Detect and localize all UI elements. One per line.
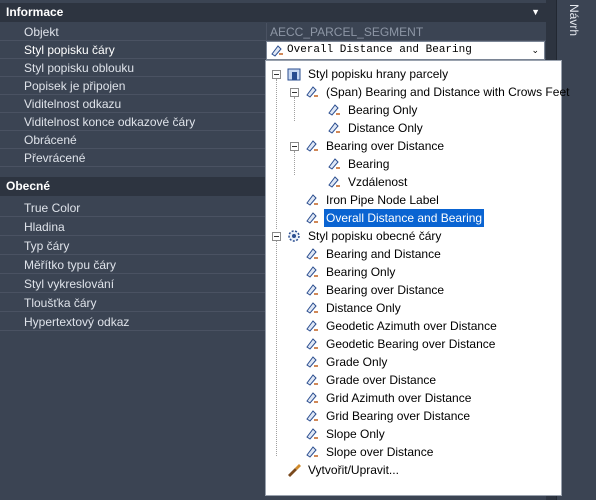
label-style-icon bbox=[306, 284, 318, 296]
tree-label: Distance Only bbox=[348, 121, 423, 135]
tree-label: Bearing and Distance bbox=[326, 247, 441, 261]
label-style-icon bbox=[306, 320, 318, 332]
tree-label: Grid Bearing over Distance bbox=[326, 409, 471, 423]
tree-label: Slope over Distance bbox=[326, 445, 434, 459]
tree-label: Grid Azimuth over Distance bbox=[326, 391, 472, 405]
tree-connector bbox=[294, 151, 295, 175]
column-divider bbox=[266, 23, 267, 40]
tree-label: Slope Only bbox=[326, 427, 385, 441]
property-label: Viditelnost odkazu bbox=[24, 97, 122, 111]
label-style-icon bbox=[306, 392, 318, 404]
collapse-toggle[interactable] bbox=[290, 142, 299, 151]
tree-label: Geodetic Bearing over Distance bbox=[326, 337, 496, 351]
tree-label: Vzdálenost bbox=[348, 175, 408, 189]
collapse-toggle[interactable] bbox=[290, 88, 299, 97]
tree-connector bbox=[276, 241, 277, 456]
label-style-icon bbox=[328, 122, 340, 134]
property-label: Viditelnost konce odkazové čáry bbox=[24, 115, 196, 129]
tree-label: Styl popisku obecné čáry bbox=[308, 229, 442, 243]
chevron-down-icon[interactable]: ⌄ bbox=[531, 43, 539, 58]
tree-label: Bearing bbox=[348, 157, 390, 171]
property-value: AECC_PARCEL_SEGMENT bbox=[270, 25, 424, 39]
property-label: Objekt bbox=[24, 25, 59, 39]
create-edit-icon bbox=[288, 464, 301, 477]
tree-label: Bearing Only bbox=[326, 265, 396, 279]
label-style-icon bbox=[306, 410, 318, 422]
label-style-icon bbox=[306, 338, 318, 350]
property-label: Styl vykreslování bbox=[24, 277, 115, 291]
tree-label: Vytvořit/Upravit... bbox=[308, 463, 399, 477]
label-style-icon bbox=[306, 356, 318, 368]
style-folder-icon bbox=[287, 68, 301, 81]
section-title: Informace bbox=[6, 5, 64, 19]
property-label: Převrácené bbox=[24, 151, 86, 165]
label-style-icon bbox=[328, 158, 340, 170]
label-style-icon bbox=[271, 45, 283, 57]
property-row[interactable]: Objekt AECC_PARCEL_SEGMENT bbox=[0, 23, 546, 41]
tree-label: Grade over Distance bbox=[326, 373, 437, 387]
label-style-icon bbox=[306, 374, 318, 386]
property-label: Styl popisku oblouku bbox=[24, 61, 135, 75]
tree-label: Iron Pipe Node Label bbox=[326, 193, 439, 207]
label-style-icon bbox=[306, 428, 318, 440]
tree-label: (Span) Bearing and Distance with Crows F… bbox=[326, 85, 570, 99]
property-label: True Color bbox=[24, 201, 81, 215]
tree-label: Geodetic Azimuth over Distance bbox=[326, 319, 497, 333]
property-label: Popisek je připojen bbox=[24, 79, 126, 93]
tree-label: Styl popisku hrany parcely bbox=[308, 67, 449, 81]
label-style-icon bbox=[306, 446, 318, 458]
label-style-icon bbox=[306, 194, 318, 206]
side-tab-navrh[interactable]: Návrh bbox=[556, 0, 596, 500]
property-label: Měřítko typu čáry bbox=[24, 258, 117, 272]
section-title: Obecné bbox=[6, 179, 51, 193]
label-style-icon bbox=[306, 86, 318, 98]
property-label: Styl popisku čáry bbox=[24, 43, 115, 57]
line-label-style-select[interactable]: Overall Distance and Bearing ⌄ bbox=[266, 41, 545, 60]
property-label: Hypertextový odkaz bbox=[24, 315, 130, 329]
tree-label: Bearing Only bbox=[348, 103, 418, 117]
property-label: Hladina bbox=[24, 220, 65, 234]
side-tab-label: Návrh bbox=[567, 4, 581, 37]
label-style-icon bbox=[306, 140, 318, 152]
tree-label: Grade Only bbox=[326, 355, 388, 369]
tree-label: Overall Distance and Bearing bbox=[324, 209, 485, 227]
tree-label: Distance Only bbox=[326, 301, 401, 315]
label-style-icon bbox=[306, 212, 318, 224]
label-style-icon bbox=[328, 176, 340, 188]
tree-connector bbox=[294, 97, 295, 121]
collapse-toggle[interactable] bbox=[272, 70, 281, 79]
style-dropdown-tree[interactable]: Styl popisku hrany parcely (Span) Bearin… bbox=[265, 60, 569, 496]
section-informace[interactable]: Informace ▼ bbox=[0, 3, 546, 22]
triangle-down-icon[interactable]: ▼ bbox=[531, 3, 540, 22]
label-style-icon bbox=[306, 266, 318, 278]
tree-label: Bearing over Distance bbox=[326, 139, 445, 153]
gear-style-icon bbox=[288, 230, 300, 242]
property-label: Tloušťka čáry bbox=[24, 296, 97, 310]
collapse-toggle[interactable] bbox=[272, 232, 281, 241]
property-label: Typ čáry bbox=[24, 239, 70, 253]
label-style-icon bbox=[306, 248, 318, 260]
label-style-icon bbox=[328, 104, 340, 116]
tree-connector bbox=[276, 79, 277, 229]
tree-label: Bearing over Distance bbox=[326, 283, 445, 297]
property-label: Obrácené bbox=[24, 133, 77, 147]
label-style-icon bbox=[306, 302, 318, 314]
select-value: Overall Distance and Bearing bbox=[287, 44, 472, 56]
